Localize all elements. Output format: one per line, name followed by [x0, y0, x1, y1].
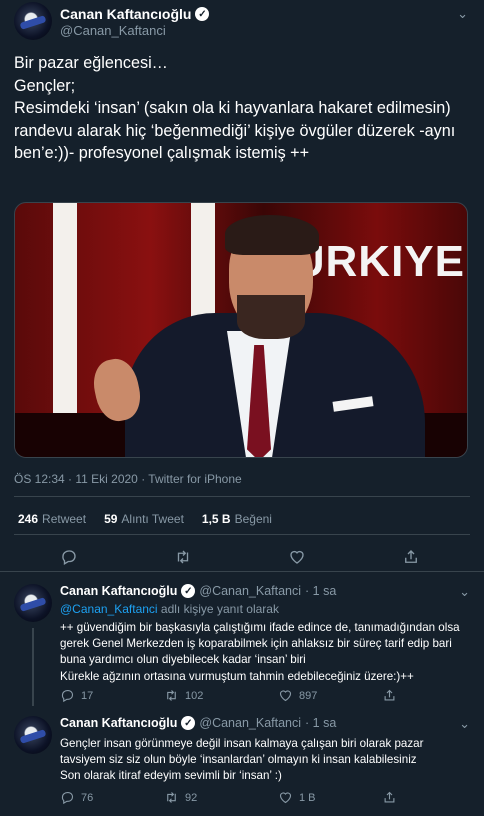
author-handle[interactable]: @Canan_Kaftanci: [199, 716, 301, 730]
like-button[interactable]: 1 B: [278, 790, 316, 805]
like-icon[interactable]: [286, 546, 308, 568]
main-tweet: Canan Kaftancıoğlu ✓ @Canan_Kaftanci ⌄ B…: [0, 0, 484, 572]
reply-button[interactable]: 17: [60, 688, 93, 703]
share-button[interactable]: [382, 790, 397, 805]
reply-button[interactable]: 76: [60, 790, 93, 805]
reply-actions: 17 102 897: [60, 688, 472, 704]
reply-text: ++ güvendiğim bir başkasıyla çalıştığımı…: [60, 621, 460, 683]
reply-tweet[interactable]: Canan Kaftancıoğlu ✓ @Canan_Kaftanci · 1…: [0, 584, 484, 708]
tweet-timestamp[interactable]: ÖS 12:34 · 11 Eki 2020 · Twitter for iPh…: [14, 472, 242, 486]
retweets-stat[interactable]: 246 Retweet: [18, 512, 86, 526]
author-name[interactable]: Canan Kaftancıoğlu: [60, 6, 191, 22]
share-icon: [384, 791, 395, 803]
tweet-actions: [0, 546, 484, 568]
reply-text: Gençler insan görünmeye değil insan kalm…: [60, 737, 424, 783]
verified-badge-icon: ✓: [181, 584, 196, 598]
chevron-down-icon[interactable]: ⌄: [459, 716, 470, 732]
divider: [14, 496, 470, 497]
author-name[interactable]: Canan Kaftancıoğlu: [60, 716, 177, 730]
thread-line: [32, 628, 34, 706]
reply-header: Canan Kaftancıoğlu ✓ @Canan_Kaftanci · 1…: [60, 716, 336, 730]
replying-to-handle[interactable]: @Canan_Kaftanci: [60, 602, 158, 616]
tweet-stats: 246 Retweet 59 Alıntı Tweet 1,5 B Beğeni: [18, 512, 272, 526]
share-icon[interactable]: [400, 546, 422, 568]
verified-badge-icon: ✓: [195, 7, 210, 21]
reply-icon[interactable]: [58, 546, 80, 568]
avatar[interactable]: [14, 716, 52, 754]
author-handle[interactable]: @Canan_Kaftanci: [199, 584, 301, 598]
replying-to: @Canan_Kaftanci adlı kişiye yanıt olarak: [60, 602, 279, 616]
reply-time[interactable]: · 1 sa: [305, 584, 336, 598]
verified-badge-icon: ✓: [181, 716, 196, 730]
reply-tweet[interactable]: Canan Kaftancıoğlu ✓ @Canan_Kaftanci · 1…: [0, 716, 484, 812]
retweet-icon: [167, 690, 176, 701]
retweet-icon[interactable]: [172, 546, 194, 568]
retweet-button[interactable]: 92: [164, 790, 197, 805]
quotes-stat[interactable]: 59 Alıntı Tweet: [104, 512, 184, 526]
share-icon: [384, 689, 395, 701]
reply-icon: [61, 689, 74, 703]
reply-time[interactable]: · 1 sa: [305, 716, 336, 730]
share-button[interactable]: [382, 688, 397, 703]
like-icon: [279, 690, 292, 702]
like-icon: [279, 792, 292, 804]
tweet-text: Bir pazar eğlencesi… Gençler; Resimdeki …: [14, 54, 456, 162]
author-name[interactable]: Canan Kaftancıoğlu: [60, 584, 177, 598]
likes-stat[interactable]: 1,5 B Beğeni: [202, 512, 272, 526]
tweet-image[interactable]: TÜRKIYE: [14, 202, 468, 458]
reply-actions: 76 92 1 B: [60, 790, 472, 806]
chevron-down-icon[interactable]: ⌄: [459, 584, 470, 600]
avatar[interactable]: [14, 2, 52, 40]
like-button[interactable]: 897: [278, 688, 317, 703]
reply-icon: [61, 791, 74, 805]
tweet-header: Canan Kaftancıoğlu ✓ @Canan_Kaftanci ⌄: [14, 2, 470, 40]
chevron-down-icon[interactable]: ⌄: [457, 6, 468, 22]
avatar[interactable]: [14, 584, 52, 622]
reply-header: Canan Kaftancıoğlu ✓ @Canan_Kaftanci · 1…: [60, 584, 336, 598]
retweet-icon: [167, 792, 176, 803]
retweet-button[interactable]: 102: [164, 688, 203, 703]
author-handle[interactable]: @Canan_Kaftanci: [60, 23, 166, 38]
divider: [14, 534, 470, 535]
